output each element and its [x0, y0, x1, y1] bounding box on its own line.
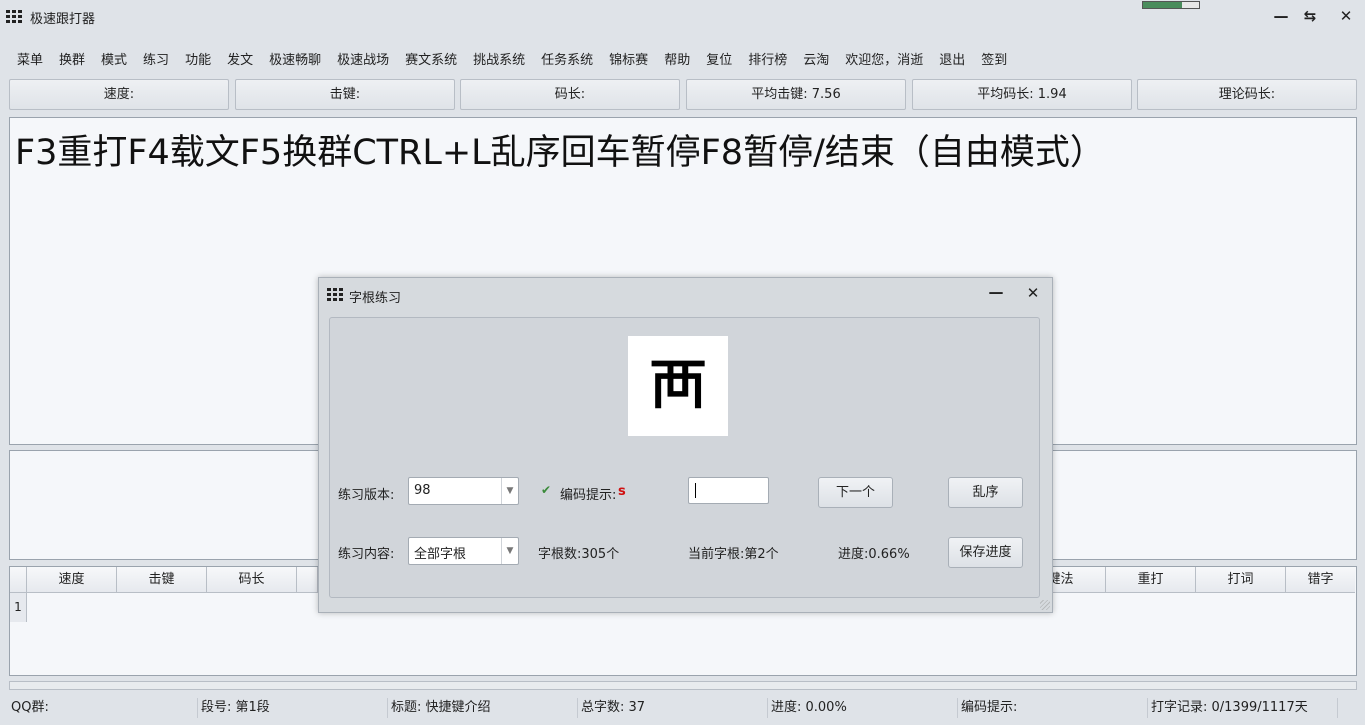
stat-avg-keystroke[interactable]: 平均击键: 7.56 — [686, 79, 906, 110]
table-header-word-typing[interactable]: 打词 — [1196, 567, 1286, 593]
menu-item-battle[interactable]: 极速战场 — [329, 50, 397, 72]
menu-item-challenge-system[interactable]: 挑战系统 — [465, 50, 533, 72]
status-code-hint: 编码提示: — [959, 698, 1148, 718]
table-row-number[interactable]: 1 — [10, 593, 27, 622]
resize-grip-icon[interactable] — [1040, 600, 1050, 610]
table-corner — [10, 567, 27, 593]
menu-item-practice[interactable]: 练习 — [135, 50, 177, 72]
menu-item-sign-in[interactable]: 签到 — [973, 50, 1015, 72]
dialog-grid-icon — [327, 288, 343, 301]
stat-keystroke[interactable]: 击键: — [235, 79, 455, 110]
menu-item-menu[interactable]: 菜单 — [0, 50, 51, 72]
menu-item-reset[interactable]: 复位 — [698, 50, 740, 72]
root-count: 字根数:305个 — [538, 547, 620, 562]
dialog-minimize-icon[interactable]: — — [985, 282, 1007, 302]
stat-code-length[interactable]: 码长: — [460, 79, 680, 110]
table-header-keystroke[interactable]: 击键 — [117, 567, 207, 593]
stat-avg-code-length[interactable]: 平均码长: 1.94 — [912, 79, 1132, 110]
menu-item-cloud[interactable]: 云淘 — [795, 50, 837, 72]
code-hint-label: 编码提示: — [560, 488, 617, 503]
table-header-errors[interactable]: 错字 — [1286, 567, 1355, 593]
menu-item-function[interactable]: 功能 — [177, 50, 219, 72]
stat-theory-code-length[interactable]: 理论码长: — [1137, 79, 1357, 110]
mini-progress-indicator — [1142, 1, 1200, 9]
current-root: 当前字根:第2个 — [688, 547, 779, 562]
status-typing-record: 打字记录: 0/1399/1117天 — [1149, 698, 1338, 718]
title-bar: 极速跟打器 — ⇆ ✕ — [0, 0, 1365, 34]
status-title: 标题: 快捷键介绍 — [389, 698, 578, 718]
menu-item-race-system[interactable]: 赛文系统 — [397, 50, 465, 72]
practice-character: 襾 — [628, 336, 728, 436]
menu-item-mode[interactable]: 模式 — [93, 50, 135, 72]
dialog-title: 字根练习 — [349, 291, 402, 306]
status-segment: 段号: 第1段 — [199, 698, 388, 718]
version-label: 练习版本: — [338, 488, 395, 503]
status-progress: 进度: 0.00% — [769, 698, 958, 718]
next-button[interactable]: 下一个 — [818, 477, 893, 508]
menu-item-championship[interactable]: 锦标赛 — [601, 50, 656, 72]
table-header-speed[interactable]: 速度 — [27, 567, 117, 593]
menu-item-switch-group[interactable]: 换群 — [51, 50, 93, 72]
content-select[interactable]: 全部字根 ▼ — [408, 537, 519, 565]
dialog-close-icon[interactable]: ✕ — [1022, 283, 1044, 303]
source-text: F3重打F4载文F5换群CTRL+L乱序回车暂停F8暂停/结束（自由模式） — [15, 133, 1105, 173]
restore-icon[interactable]: ⇆ — [1299, 6, 1321, 26]
checkmark-icon[interactable]: ✔ — [541, 483, 551, 497]
status-qq-group: QQ群: — [9, 698, 198, 718]
menu-item-chat[interactable]: 极速畅聊 — [261, 50, 329, 72]
chevron-down-icon[interactable]: ▼ — [501, 478, 518, 504]
menu-bar: 菜单 换群 模式 练习 功能 发文 极速畅聊 极速战场 赛文系统 挑战系统 任务系统 锦标赛 帮助 复位排… — [0, 50, 1365, 72]
practice-progress: 进度:0.66% — [838, 547, 910, 562]
chevron-down-icon[interactable]: ▼ — [501, 538, 518, 564]
shuffle-button[interactable]: 乱序 — [948, 477, 1023, 508]
menu-item-welcome[interactable]: 欢迎您，消逝 — [837, 50, 931, 72]
horizontal-scrollbar[interactable] — [9, 681, 1357, 690]
version-select[interactable]: 98 ▼ — [408, 477, 519, 505]
close-icon[interactable]: ✕ — [1335, 6, 1357, 26]
save-progress-button[interactable]: 保存进度 — [948, 537, 1023, 568]
table-header-hidden[interactable] — [297, 567, 318, 593]
version-select-value: 98 — [414, 483, 431, 498]
code-hint-value: s — [618, 484, 626, 499]
stat-speed[interactable]: 速度: — [9, 79, 229, 110]
table-header-code-length[interactable]: 码长 — [207, 567, 297, 593]
content-label: 练习内容: — [338, 547, 395, 562]
menu-item-send-text[interactable]: 发文 — [219, 50, 261, 72]
status-total-chars: 总字数: 37 — [579, 698, 768, 718]
content-select-value: 全部字根 — [414, 547, 467, 562]
minimize-icon[interactable]: — — [1270, 6, 1292, 26]
table-header-retype[interactable]: 重打 — [1106, 567, 1196, 593]
menu-item-logout[interactable]: 退出 — [931, 50, 973, 72]
root-practice-dialog: 字根练习 — ✕ 襾 练习版本: 98 ▼ ✔ 编码提示: s 下一个 乱序 练… — [318, 277, 1053, 613]
menu-item-help[interactable]: 帮助 — [656, 50, 698, 72]
app-grid-icon — [6, 10, 22, 23]
menu-item-task-system[interactable]: 任务系统 — [533, 50, 601, 72]
root-code-input[interactable] — [688, 477, 769, 504]
window-title: 极速跟打器 — [30, 12, 96, 27]
menu-item-leaderboard[interactable]: 排行榜 — [740, 50, 795, 72]
